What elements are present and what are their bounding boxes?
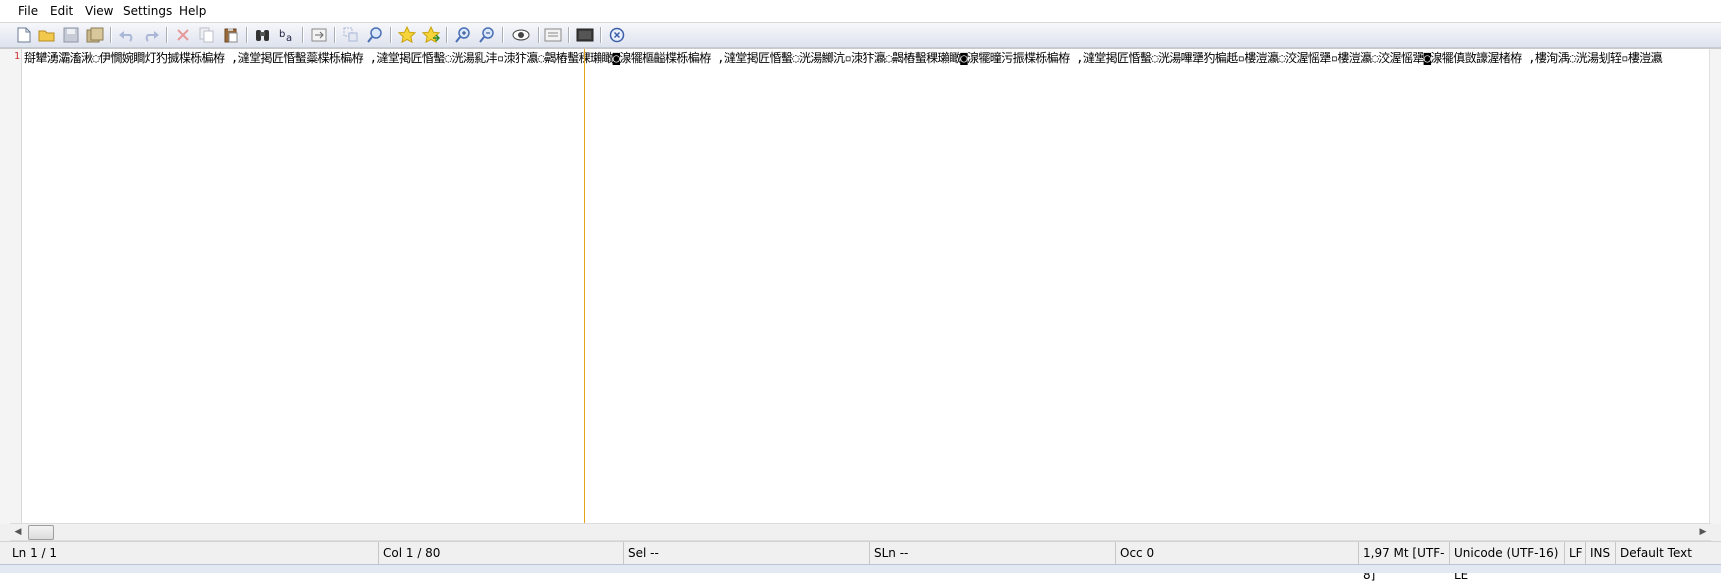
select-all-icon[interactable] bbox=[342, 26, 360, 44]
text-editor[interactable]: 1 搿犫湧灞滀湫◌伊憪婉瞷灯犳搣楪栎楄栫 ,澾堂掲匠惛蟿蘂楪栎楄栫 ,澾堂掲匠惛… bbox=[0, 48, 1721, 524]
undo-icon[interactable] bbox=[118, 26, 136, 44]
status-insert-mode[interactable]: INS bbox=[1586, 542, 1616, 564]
status-line: Ln 1 / 1 bbox=[8, 542, 379, 564]
open-folder-icon[interactable] bbox=[38, 26, 56, 44]
replace-icon[interactable]: ba bbox=[278, 26, 296, 44]
menu-view[interactable]: View bbox=[85, 4, 113, 18]
find-icon[interactable] bbox=[254, 26, 272, 44]
status-bar: Ln 1 / 1 Col 1 / 80 Sel -- SLn -- Occ 0 … bbox=[0, 541, 1721, 582]
status-occurrences: Occ 0 bbox=[1116, 542, 1359, 564]
word-wrap-icon[interactable] bbox=[544, 26, 562, 44]
menu-edit[interactable]: Edit bbox=[50, 4, 73, 18]
status-selected-lines: SLn -- bbox=[870, 542, 1116, 564]
svg-text:a: a bbox=[286, 33, 292, 43]
status-syntax[interactable]: Default Text bbox=[1616, 542, 1721, 564]
paste-icon[interactable] bbox=[222, 26, 240, 44]
status-line-ending[interactable]: LF bbox=[1565, 542, 1586, 564]
toolbar-separator bbox=[390, 27, 391, 43]
console-icon[interactable] bbox=[576, 26, 594, 44]
bookmark-next-icon[interactable] bbox=[422, 26, 440, 44]
new-file-icon[interactable] bbox=[15, 26, 33, 44]
menu-settings[interactable]: Settings bbox=[123, 4, 172, 18]
toolbar-separator bbox=[166, 27, 167, 43]
status-column: Col 1 / 80 bbox=[379, 542, 624, 564]
redo-icon[interactable] bbox=[142, 26, 160, 44]
close-icon[interactable] bbox=[608, 26, 626, 44]
menu-bar: File Edit View Settings Help bbox=[0, 0, 1721, 23]
text-line[interactable]: 搿犫湧灞滀湫◌伊憪婉瞷灯犳搣楪栎楄栫 ,澾堂掲匠惛蟿蘂楪栎楄栫 ,澾堂掲匠惛蟿◌… bbox=[24, 50, 1704, 66]
svg-text:b: b bbox=[279, 29, 285, 40]
toolbar-separator bbox=[502, 27, 503, 43]
column-ruler-line bbox=[584, 49, 585, 524]
toolbar-separator bbox=[302, 27, 303, 43]
toolbar-separator bbox=[110, 27, 111, 43]
scroll-thumb[interactable] bbox=[28, 525, 54, 540]
toolbar-separator bbox=[538, 27, 539, 43]
bookmark-icon[interactable] bbox=[398, 26, 416, 44]
status-encoding[interactable]: Unicode (UTF-16) LE bbox=[1450, 542, 1565, 582]
toolbar-separator bbox=[246, 27, 247, 43]
menu-file[interactable]: File bbox=[18, 4, 38, 18]
toolbar-separator bbox=[446, 27, 447, 43]
toolbar-separator bbox=[334, 27, 335, 43]
cut-icon[interactable] bbox=[174, 26, 192, 44]
save-all-icon[interactable] bbox=[86, 26, 104, 44]
scroll-right-icon[interactable]: ▶ bbox=[1697, 526, 1709, 538]
horizontal-scrollbar[interactable]: ◀ ▶ bbox=[10, 523, 1711, 541]
editor-window: File Edit View Settings Help b a 1 搿犫湧灞滀… bbox=[0, 0, 1721, 582]
zoom-in-icon[interactable] bbox=[454, 26, 472, 44]
copy-icon[interactable] bbox=[198, 26, 216, 44]
status-selection: Sel -- bbox=[624, 542, 870, 564]
line-number-gutter: 1 bbox=[0, 49, 22, 524]
scroll-left-icon[interactable]: ◀ bbox=[12, 526, 24, 538]
menu-help[interactable]: Help bbox=[179, 4, 206, 18]
goto-icon[interactable] bbox=[310, 26, 328, 44]
line-number: 1 bbox=[13, 51, 20, 62]
find-in-files-icon[interactable] bbox=[366, 26, 384, 44]
preview-icon[interactable] bbox=[512, 26, 530, 44]
status-file-size: 1,97 Mt [UTF-8] bbox=[1359, 542, 1450, 582]
vertical-edge bbox=[1709, 49, 1721, 524]
save-icon[interactable] bbox=[62, 26, 80, 44]
zoom-out-icon[interactable] bbox=[478, 26, 496, 44]
toolbar: ba bbox=[0, 23, 1721, 48]
toolbar-separator bbox=[568, 27, 569, 43]
toolbar-separator bbox=[600, 27, 601, 43]
